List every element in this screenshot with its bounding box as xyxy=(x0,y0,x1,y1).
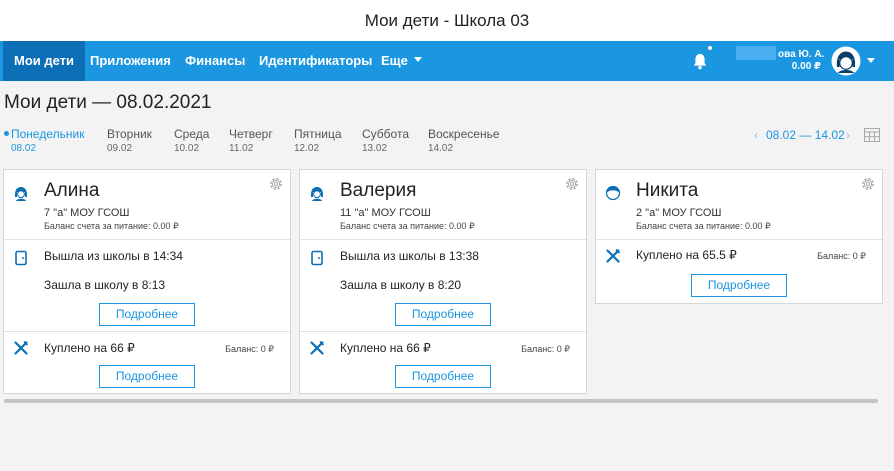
door-icon xyxy=(15,250,27,266)
window-title: Мои дети - Школа 03 xyxy=(0,0,894,41)
day-date: 10.02 xyxy=(174,143,200,154)
day-date: 12.02 xyxy=(294,143,320,154)
child-card: Валерия 11 "а" МОУ ГСОШ Баланс счета за … xyxy=(299,169,587,394)
active-day-dot xyxy=(4,131,9,136)
day-name: Четверг xyxy=(229,127,273,141)
door-icon xyxy=(311,250,323,266)
day-name: Вторник xyxy=(107,127,152,141)
girl-icon xyxy=(310,187,324,201)
child-card-header: Алина 7 "а" МОУ ГСОШ Баланс счета за пит… xyxy=(4,170,290,240)
day-sunday[interactable]: Воскресенье 14.02 xyxy=(428,127,500,154)
nav-apps[interactable]: Приложения xyxy=(79,41,182,81)
day-wednesday[interactable]: Среда 10.02 xyxy=(174,127,209,154)
purchased-text: Куплено на 66 ₽ xyxy=(340,341,431,355)
day-date: 14.02 xyxy=(428,143,454,154)
week-range[interactable]: 08.02 — 14.02 xyxy=(766,128,845,142)
day-name: Суббота xyxy=(362,127,409,141)
child-class: 7 "а" МОУ ГСОШ xyxy=(44,207,130,219)
day-thursday[interactable]: Четверг 11.02 xyxy=(229,127,273,154)
day-saturday[interactable]: Суббота 13.02 xyxy=(362,127,409,154)
notification-dot xyxy=(708,46,712,50)
nav-finance[interactable]: Финансы xyxy=(174,41,256,81)
meal-section: Куплено на 65.5 ₽ Баланс: 0 ₽ Подробнее xyxy=(596,240,882,303)
attendance-details-button[interactable]: Подробнее xyxy=(99,303,195,326)
caret-down-icon xyxy=(413,57,422,63)
user-name-redacted xyxy=(736,46,776,60)
girl-icon xyxy=(14,187,28,201)
gear-icon[interactable] xyxy=(860,176,876,192)
day-monday[interactable]: Понедельник 08.02 xyxy=(11,127,84,154)
child-name: Никита xyxy=(636,180,699,201)
child-class: 2 "а" МОУ ГСОШ xyxy=(636,207,722,219)
gear-icon[interactable] xyxy=(564,176,580,192)
child-card-header: Валерия 11 "а" МОУ ГСОШ Баланс счета за … xyxy=(300,170,586,240)
meal-balance-text: Баланс: 0 ₽ xyxy=(817,251,866,261)
purchased-text: Куплено на 65.5 ₽ xyxy=(636,248,737,262)
meal-balance-text: Баланс: 0 ₽ xyxy=(225,344,274,354)
day-name: Понедельник xyxy=(11,127,85,141)
child-meal-balance: Баланс счета за питание: 0.00 ₽ xyxy=(340,221,475,231)
fork-knife-icon xyxy=(310,340,325,355)
child-name: Валерия xyxy=(340,180,417,201)
entered-school-text: Зашла в школу в 8:13 xyxy=(44,278,166,292)
nav-my-children[interactable]: Мои дети xyxy=(3,41,86,81)
user-menu-caret-icon[interactable] xyxy=(867,58,875,63)
attendance-section: Вышла из школы в 14:34 Зашла в школу в 8… xyxy=(4,240,290,332)
meal-details-button[interactable]: Подробнее xyxy=(691,274,787,297)
left-school-text: Вышла из школы в 13:38 xyxy=(340,249,479,263)
meal-balance-text: Баланс: 0 ₽ xyxy=(521,344,570,354)
day-name: Пятница xyxy=(294,127,342,141)
page-title: Мои дети — 08.02.2021 xyxy=(4,92,212,113)
day-name: Среда xyxy=(174,127,210,141)
child-card: Никита 2 "а" МОУ ГСОШ Баланс счета за пи… xyxy=(595,169,883,304)
day-date: 09.02 xyxy=(107,143,133,154)
attendance-details-button[interactable]: Подробнее xyxy=(395,303,491,326)
day-date: 13.02 xyxy=(362,143,388,154)
purchased-text: Куплено на 66 ₽ xyxy=(44,341,135,355)
boy-icon xyxy=(605,185,621,201)
attendance-section: Вышла из школы в 13:38 Зашла в школу в 8… xyxy=(300,240,586,332)
meal-details-button[interactable]: Подробнее xyxy=(99,365,195,388)
gear-icon[interactable] xyxy=(268,176,284,192)
prev-week-button[interactable]: ‹ xyxy=(754,128,758,142)
meal-details-button[interactable]: Подробнее xyxy=(395,365,491,388)
user-balance: 0.00 ₽ xyxy=(791,61,821,72)
day-tuesday[interactable]: Вторник 09.02 xyxy=(107,127,152,154)
fork-knife-icon xyxy=(606,248,621,263)
meal-section: Куплено на 66 ₽ Баланс: 0 ₽ Подробнее xyxy=(300,332,586,392)
nav-more[interactable]: Еще xyxy=(370,41,433,81)
left-school-text: Вышла из школы в 14:34 xyxy=(44,249,183,263)
entered-school-text: Зашла в школу в 8:20 xyxy=(340,278,462,292)
user-avatar-icon[interactable] xyxy=(831,46,861,76)
day-date: 11.02 xyxy=(229,143,254,154)
next-week-button[interactable]: › xyxy=(846,128,850,142)
calendar-icon[interactable] xyxy=(864,127,880,142)
user-name[interactable]: ова Ю. А. xyxy=(778,49,824,60)
child-name: Алина xyxy=(44,180,100,201)
bell-icon[interactable] xyxy=(690,51,710,71)
nav-identifiers[interactable]: Идентификаторы xyxy=(248,41,383,81)
day-date: 08.02 xyxy=(11,143,37,154)
child-meal-balance: Баланс счета за питание: 0.00 ₽ xyxy=(636,221,771,231)
child-card: Алина 7 "а" МОУ ГСОШ Баланс счета за пит… xyxy=(3,169,291,394)
day-friday[interactable]: Пятница 12.02 xyxy=(294,127,342,154)
child-meal-balance: Баланс счета за питание: 0.00 ₽ xyxy=(44,221,179,231)
day-name: Воскресенье xyxy=(428,127,500,141)
fork-knife-icon xyxy=(14,340,29,355)
child-class: 11 "а" МОУ ГСОШ xyxy=(340,207,431,219)
child-card-header: Никита 2 "а" МОУ ГСОШ Баланс счета за пи… xyxy=(596,170,882,240)
nav-more-label: Еще xyxy=(381,53,408,68)
horizontal-scrollbar[interactable] xyxy=(4,399,878,403)
meal-section: Куплено на 66 ₽ Баланс: 0 ₽ Подробнее xyxy=(4,332,290,392)
